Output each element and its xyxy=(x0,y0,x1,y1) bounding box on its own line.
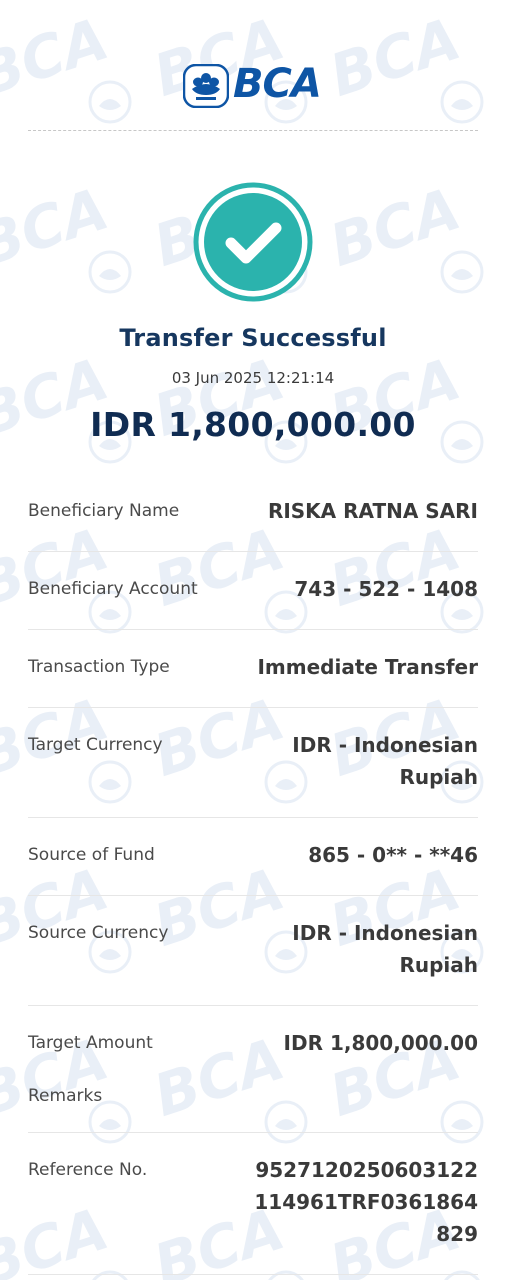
detail-label: Source Currency xyxy=(28,923,169,943)
detail-value: RISKA RATNA SARI xyxy=(267,499,478,523)
detail-row-source-currency: Source Currency IDR - Indonesian Rupiah xyxy=(28,896,478,1006)
detail-value: Immediate Transfer xyxy=(257,655,478,679)
detail-value: IDR - Indonesian Rupiah xyxy=(292,733,478,789)
detail-row-beneficiary-name: Beneficiary Name RISKA RATNA SARI xyxy=(28,474,478,552)
detail-row-beneficiary-account: Beneficiary Account 743 - 522 - 1408 xyxy=(28,552,478,630)
detail-label: Reference No. xyxy=(28,1160,148,1180)
bca-logo: BCA xyxy=(183,61,325,108)
bca-emblem-icon xyxy=(183,64,229,108)
detail-row-remarks: Remarks xyxy=(28,1083,478,1133)
detail-value: IDR - Indonesian Rupiah xyxy=(292,921,478,977)
detail-label: Target Currency xyxy=(28,735,163,755)
detail-label: Remarks xyxy=(28,1086,103,1106)
status-title: Transfer Successful xyxy=(119,324,387,352)
detail-value: 743 - 522 - 1408 xyxy=(294,577,478,601)
detail-row-target-amount: Target Amount IDR 1,800,000.00 xyxy=(28,1006,478,1083)
detail-row-source-of-fund: Source of Fund 865 - 0** - **46 xyxy=(28,818,478,896)
detail-value: 865 - 0** - **46 xyxy=(308,843,478,867)
detail-label: Transaction Type xyxy=(28,657,170,677)
transaction-amount: IDR 1,800,000.00 xyxy=(90,405,416,444)
transaction-timestamp: 03 Jun 2025 12:21:14 xyxy=(171,369,335,387)
check-circle-icon xyxy=(193,182,313,302)
detail-row-reference-no: Reference No. 9527120250603122114961TRF0… xyxy=(28,1133,478,1275)
detail-label: Beneficiary Name xyxy=(28,501,180,521)
detail-label: Beneficiary Account xyxy=(28,579,198,599)
detail-value: IDR 1,800,000.00 xyxy=(283,1031,478,1055)
detail-row-target-currency: Target Currency IDR - Indonesian Rupiah xyxy=(28,708,478,818)
detail-label: Target Amount xyxy=(28,1033,153,1053)
detail-label: Source of Fund xyxy=(28,845,155,865)
detail-row-transaction-type: Transaction Type Immediate Transfer xyxy=(28,630,478,708)
bca-logo-text: BCA xyxy=(233,61,322,107)
transaction-details: Beneficiary Name RISKA RATNA SARI Benefi… xyxy=(28,474,478,1275)
detail-value: 9527120250603122114961TRF0361864829 xyxy=(254,1158,478,1246)
header-divider xyxy=(28,130,478,131)
